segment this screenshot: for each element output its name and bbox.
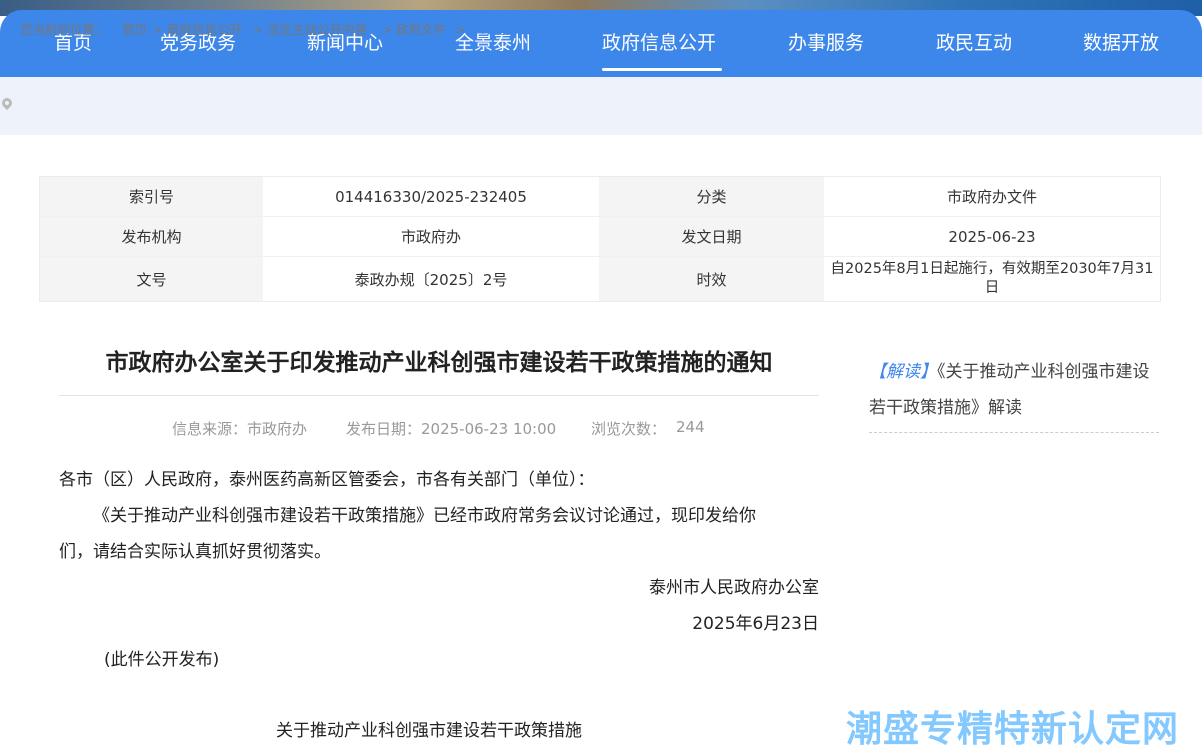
watermark: 潮盛专精特新认定网 [846, 709, 1180, 750]
breadcrumb-separator: > [382, 22, 393, 37]
article-views-count: 244 [676, 418, 705, 436]
article-title: 市政府办公室关于印发推动产业科创强市建设若干政策措施的通知 [105, 350, 773, 376]
nav-active-indicator [602, 68, 722, 71]
breadcrumb-item-gov-info[interactable]: 政府信息公开 [167, 22, 242, 38]
breadcrumb-separator: > [253, 22, 264, 37]
nav-item-panorama[interactable]: 全景泰州 [455, 10, 531, 77]
validity-value: 自2025年8月1日起施行，有效期至2030年7月31日 [824, 257, 1160, 301]
nav-item-gov-info[interactable]: 政府信息公开 [602, 10, 716, 77]
docno-value: 泰政办规〔2025〕2号 [263, 257, 599, 301]
breadcrumb-item-statutory[interactable]: 法定主动公开内容 [267, 22, 367, 38]
article-source: 信息来源：市政府办 [172, 420, 308, 438]
nav-item-party-affairs[interactable]: 党务政务 [160, 10, 236, 77]
category-label: 分类 [599, 177, 824, 217]
article-publish-date: 发布日期：2025-06-23 10:00 [346, 420, 557, 438]
date-value: 2025-06-23 [824, 217, 1160, 257]
index-label: 索引号 [40, 177, 263, 217]
issuer-label: 发布机构 [40, 217, 263, 257]
nav-item-news[interactable]: 新闻中心 [307, 10, 383, 77]
breadcrumb-item-home[interactable]: 首页 [122, 22, 147, 38]
sidebar-divider [869, 432, 1159, 433]
article-note: (此件公开发布) [104, 650, 220, 670]
title-divider [59, 395, 819, 396]
index-value: 014416330/2025-232405 [263, 177, 599, 217]
nav-item-home[interactable]: 首页 [54, 10, 92, 77]
nav-item-interaction[interactable]: 政民互动 [936, 10, 1012, 77]
breadcrumb-separator: > [152, 22, 163, 37]
docno-label: 文号 [40, 257, 263, 301]
breadcrumb-item-current[interactable]: 市政府办文件 [469, 22, 544, 38]
main-nav: 首页 党务政务 新闻中心 全景泰州 政府信息公开 办事服务 政民互动 数据开放 [0, 10, 1202, 77]
interpretation-tag: 【解读】 [869, 362, 937, 382]
article-salutation: 各市（区）人民政府，泰州医药高新区管委会，市各有关部门（单位）： [59, 470, 595, 490]
article-sign-date: 2025年6月23日 [692, 614, 819, 634]
article-signature: 泰州市人民政府办公室 [649, 578, 819, 598]
article-views-label: 浏览次数： [591, 420, 667, 438]
document-info-table: 索引号 014416330/2025-232405 分类 市政府办文件 发布机构… [39, 176, 1161, 302]
breadcrumb-item-gov-docs[interactable]: 政府文件 [396, 22, 446, 38]
breadcrumb-separator: > [455, 22, 466, 37]
date-label: 发文日期 [599, 217, 824, 257]
article-paragraph-line: 们，请结合实际认真抓好贯彻落实。 [59, 542, 331, 562]
breadcrumb-prefix: 您当前的位置： [20, 22, 108, 37]
article-subtitle: 关于推动产业科创强市建设若干政策措施 [276, 721, 582, 741]
category-value: 市政府办文件 [824, 177, 1160, 217]
nav-item-services[interactable]: 办事服务 [788, 10, 864, 77]
validity-label: 时效 [599, 257, 824, 301]
sidebar-interpretation-link[interactable]: 【解读】《关于推动产业科创强市建设若干政策措施》解读 [869, 354, 1161, 426]
breadcrumb [0, 77, 1202, 135]
nav-item-open-data[interactable]: 数据开放 [1083, 10, 1159, 77]
issuer-value: 市政府办 [263, 217, 599, 257]
article-paragraph-line: 《关于推动产业科创强市建设若干政策措施》已经市政府常务会议讨论通过，现印发给你 [93, 506, 756, 526]
